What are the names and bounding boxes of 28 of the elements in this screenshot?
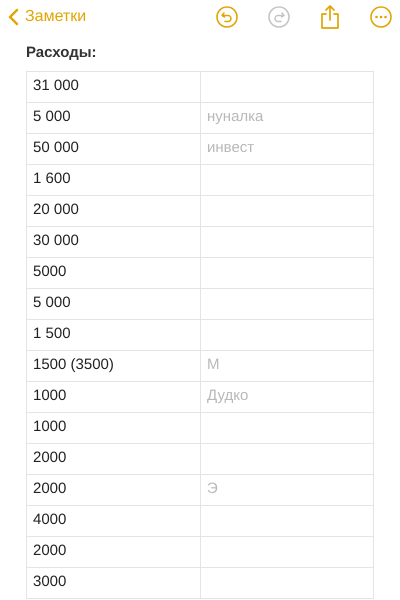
table-cell: 1 500 — [26, 319, 200, 350]
table-cell: 1 600 — [26, 164, 200, 195]
table-cell: 1000 — [26, 381, 200, 412]
table-cell: 50 000 — [26, 133, 200, 164]
table-cell: 3000 — [26, 567, 200, 598]
table-cell: 4000 — [26, 505, 200, 536]
table-cell: 5000 — [26, 257, 200, 288]
table-cell: 5 000 — [26, 102, 200, 133]
table-cell: 5 000 — [26, 288, 200, 319]
table-cell: Дудко — [207, 387, 248, 404]
table-cell: 30 000 — [26, 226, 200, 257]
note-heading: Расходы: — [26, 43, 98, 63]
table-cell: 2000 — [26, 443, 200, 474]
more-button[interactable] — [370, 6, 392, 28]
table-cell: 2000 — [26, 474, 200, 505]
table-cell: М — [207, 356, 220, 374]
table-cell: 1000 — [26, 412, 200, 443]
table-cell: Э — [207, 480, 218, 498]
table-cell: инвест — [207, 139, 254, 156]
share-button[interactable] — [320, 4, 340, 30]
table-cell: нуналка — [207, 108, 264, 126]
back-icon — [8, 8, 19, 26]
back-button[interactable]: Заметки — [8, 5, 86, 29]
table-cell: 20 000 — [26, 195, 200, 226]
undo-button[interactable] — [216, 6, 238, 28]
table-cell: 1500 (3500) — [26, 350, 200, 381]
table-cell: 31 000 — [26, 71, 200, 102]
table-cell: 2000 — [26, 536, 200, 567]
